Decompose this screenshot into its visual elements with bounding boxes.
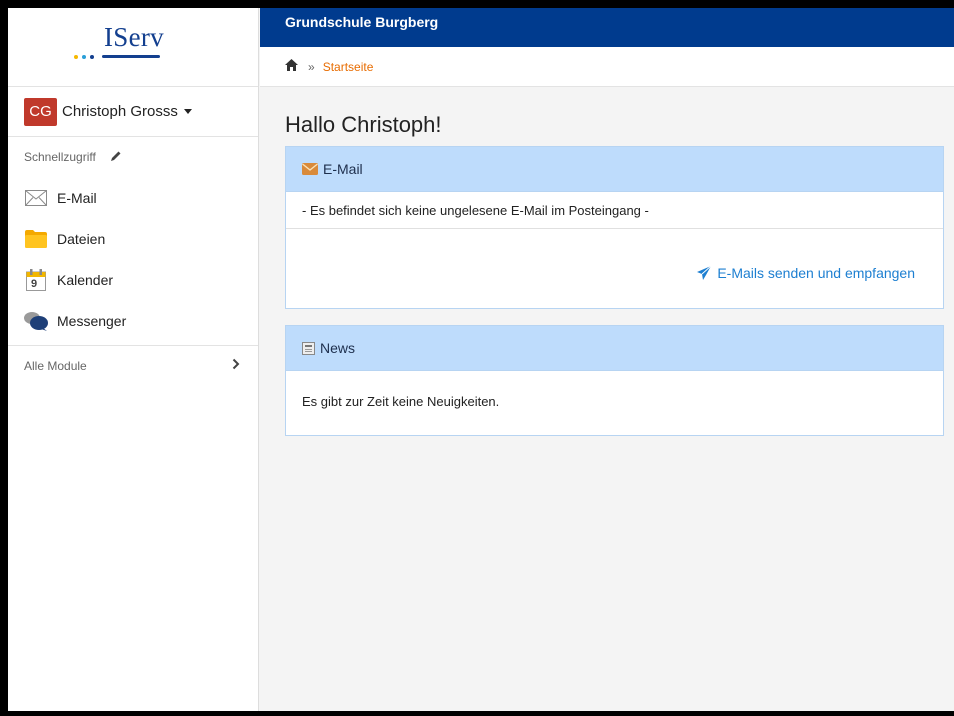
user-menu[interactable]: CG Christoph Grosss [8, 87, 258, 137]
folder-icon [24, 227, 48, 251]
paper-plane-icon [697, 266, 712, 280]
caret-down-icon [183, 109, 192, 114]
page-title: Hallo Christoph! [285, 112, 442, 137]
news-panel-header: News [286, 326, 943, 371]
logo-dot-yellow [74, 55, 78, 59]
email-panel: E-Mail - Es befindet sich keine ungelese… [285, 146, 944, 309]
logo[interactable]: IServ [8, 8, 258, 87]
sidebar-item-label: Kalender [57, 271, 114, 288]
news-panel-title: News [320, 340, 356, 356]
school-name: Grundschule Burgberg [285, 14, 439, 30]
sidebar-item-label: Dateien [57, 230, 106, 247]
avatar: CG [24, 97, 57, 126]
breadcrumb: » Startseite [260, 47, 954, 87]
sidebar-item-label: E-Mail [57, 189, 97, 206]
sidebar-item-email[interactable]: E-Mail [8, 177, 258, 218]
logo-underline [102, 55, 160, 58]
news-panel: News Es gibt zur Zeit keine Neuigkeiten. [285, 325, 944, 436]
sidebar-item-label: Messenger [57, 312, 127, 329]
all-modules-label: Alle Module [24, 358, 87, 373]
calendar-icon-day: 9 [30, 277, 38, 290]
email-panel-message: - Es befindet sich keine ungelesene E-Ma… [286, 192, 943, 229]
logo-dot-light-blue [82, 55, 86, 59]
header-bar: Grundschule Burgberg [260, 8, 954, 47]
quick-access-header: Schnellzugriff [8, 137, 258, 177]
quick-access-label: Schnellzugriff [24, 150, 96, 164]
no-news-text: Es gibt zur Zeit keine Neuigkeiten. [302, 394, 500, 409]
email-panel-header: E-Mail [286, 147, 943, 192]
sidebar-item-messenger[interactable]: Messenger [8, 300, 258, 341]
home-icon[interactable] [285, 59, 298, 74]
sidebar-item-files[interactable]: Dateien [8, 218, 258, 259]
chat-bubbles-icon [24, 309, 48, 333]
sidebar: IServ CG Christoph Grosss Schnellzugriff… [8, 8, 259, 711]
logo-text: IServ [104, 22, 164, 52]
mail-envelope-icon [302, 163, 318, 175]
calendar-icon: 9 [24, 268, 48, 292]
chevron-right-icon [232, 358, 240, 373]
news-panel-body: Es gibt zur Zeit keine Neuigkeiten. [286, 371, 943, 409]
breadcrumb-separator: » [308, 59, 315, 74]
envelope-icon [24, 186, 48, 210]
newspaper-icon [302, 341, 315, 355]
send-receive-mail-label: E-Mails senden und empfangen [717, 265, 915, 281]
send-receive-mail-link[interactable]: E-Mails senden und empfangen [697, 265, 915, 281]
logo-dot-dark-blue [90, 55, 94, 59]
no-unread-mail-text: - Es befindet sich keine ungelesene E-Ma… [302, 202, 649, 218]
email-panel-footer: E-Mails senden und empfangen [286, 229, 943, 308]
user-name: Christoph Grosss [62, 103, 178, 120]
pencil-icon[interactable] [110, 150, 122, 165]
sidebar-item-calendar[interactable]: 9 Kalender [8, 259, 258, 300]
all-modules-link[interactable]: Alle Module [8, 345, 258, 385]
breadcrumb-current[interactable]: Startseite [323, 60, 374, 74]
email-panel-title: E-Mail [323, 161, 363, 177]
browser-viewport: IServ CG Christoph Grosss Schnellzugriff… [8, 8, 954, 711]
